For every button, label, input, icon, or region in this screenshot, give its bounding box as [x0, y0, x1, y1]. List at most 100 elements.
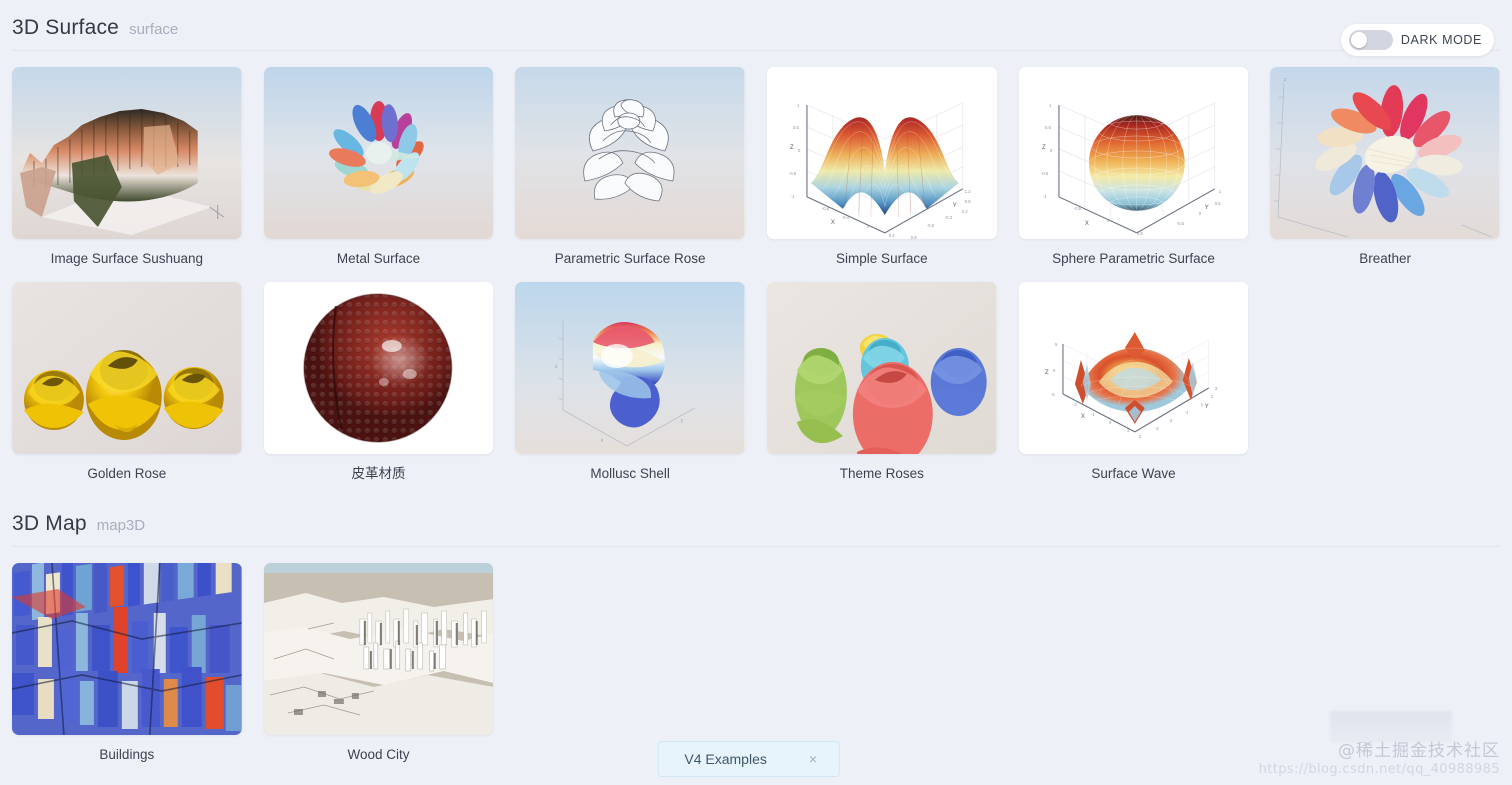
thumbnail-breather[interactable]: z	[1270, 67, 1500, 239]
svg-text:-1: -1	[1043, 194, 1047, 199]
svg-text:-0.5: -0.5	[789, 171, 797, 176]
card-image-surface-sushuang[interactable]: Image Surface Sushuang	[12, 67, 242, 282]
svg-text:1.2: 1.2	[965, 189, 971, 194]
dark-mode-switch-knob	[1350, 32, 1367, 48]
thumbnail-sphere-parametric-surface[interactable]: 1 0.5 0 -0.5 -1 Z -0.5 0 0.5 X 1 0.5 0 -0.5 Y	[1018, 67, 1249, 239]
surface-card-grid: Image Surface Sushuang Metal Surface Par…	[12, 51, 1500, 496]
thumbnail-buildings[interactable]	[12, 563, 242, 735]
card-label: 皮革材质	[351, 465, 406, 481]
section-title: 3D Map	[12, 512, 87, 535]
card-metal-surface[interactable]: Metal Surface	[263, 67, 494, 282]
image-surface-sushuang-icon	[12, 67, 242, 239]
svg-text:-1: -1	[1184, 409, 1188, 414]
svg-text:-0.4: -0.4	[842, 215, 850, 220]
card-golden-rose[interactable]: Golden Rose	[12, 281, 242, 497]
card-theme-roses[interactable]: Theme Roses	[767, 281, 997, 497]
thumbnail-parametric-surface-rose[interactable]	[515, 67, 745, 239]
dark-mode-label: DARK MODE	[1400, 33, 1482, 47]
section-title: 3D Surface	[12, 16, 120, 39]
z-axis-label: Z	[1042, 145, 1046, 151]
svg-text:-2: -2	[1073, 401, 1077, 406]
card-wood-city[interactable]: Wood City	[263, 563, 494, 778]
parametric-surface-rose-icon	[515, 67, 745, 239]
card-label: Image Surface Sushuang	[50, 251, 203, 266]
svg-text:-0.5: -0.5	[1074, 206, 1082, 211]
card-parametric-surface-rose[interactable]: Parametric Surface Rose	[515, 67, 745, 282]
thumbnail-golden-rose[interactable]	[12, 281, 242, 454]
card-buildings[interactable]: Buildings	[12, 563, 242, 778]
svg-text:0.8: 0.8	[965, 199, 971, 204]
thumbnail-leather-material[interactable]	[263, 281, 494, 454]
theme-roses-icon	[767, 281, 997, 454]
svg-text:0.5: 0.5	[1136, 231, 1142, 236]
card-label: Buildings	[99, 747, 155, 762]
y-axis-label: Y	[1204, 403, 1208, 409]
svg-text:-0.5: -0.5	[1176, 221, 1184, 226]
golden-rose-icon	[12, 281, 242, 454]
section-3d-map: 3D Map map3D Buildings Wood City	[0, 496, 1512, 778]
card-leather-material[interactable]: 皮革材质	[263, 281, 494, 497]
sphere-parametric-surface-icon: 10.5 0-0.5-1 Z -0.500.5 X 10.5 0-0.5 Y	[1018, 67, 1249, 239]
card-label: Wood City	[347, 747, 410, 762]
thumbnail-simple-surface[interactable]: 1 0.5 0 -0.5 -1 Z -0.8 -0.4 0 0.4 0.8 X 1.2 0.8…	[767, 67, 997, 239]
thumbnail-metal-surface[interactable]	[263, 67, 494, 239]
close-icon[interactable]: ×	[809, 752, 817, 766]
svg-text:-0.8: -0.8	[927, 223, 935, 228]
card-label: Theme Roses	[839, 465, 924, 481]
svg-text:-1: -1	[1091, 411, 1095, 416]
svg-text:0.3: 0.3	[962, 209, 968, 214]
buildings-icon	[12, 563, 242, 735]
svg-text:-2: -2	[1168, 417, 1172, 422]
thumbnail-surface-wave[interactable]: 5 0 -5 Z -2 -1 0 12 X 321 -1 -2 -3 Y	[1018, 281, 1249, 454]
section-subtitle: surface	[129, 21, 179, 38]
section-subtitle: map3D	[96, 517, 146, 534]
svg-text:0.5: 0.5	[1045, 125, 1051, 130]
card-label: Mollusc Shell	[590, 465, 670, 481]
thumbnail-wood-city[interactable]	[263, 563, 494, 735]
svg-text:0.8: 0.8	[911, 235, 917, 239]
svg-text:0.5: 0.5	[793, 125, 799, 130]
y-axis-label: Y	[953, 203, 957, 209]
dark-mode-toggle[interactable]: DARK MODE	[1340, 24, 1494, 56]
card-simple-surface[interactable]: 1 0.5 0 -0.5 -1 Z -0.8 -0.4 0 0.4 0.8 X 1.2 0.8…	[767, 67, 997, 282]
breather-icon: z	[1270, 67, 1500, 239]
wood-city-icon	[263, 563, 494, 735]
svg-text:-0.5: -0.5	[1041, 171, 1049, 176]
card-breather[interactable]: z Breather	[1270, 67, 1500, 282]
card-mollusc-shell[interactable]: z x y Mollusc Shell	[515, 281, 745, 497]
x-axis-label: X	[1081, 413, 1085, 419]
simple-surface-icon: 10.5 0-0.5-1 Z -0.8-0.4 00.4 0.8 X 1.20.8…	[767, 67, 997, 239]
section-3d-surface: 3D Surface surface Image Surface Sushuan…	[0, 0, 1512, 496]
card-label: Breather	[1359, 251, 1412, 266]
watermark-blur-box	[1330, 711, 1452, 743]
svg-text:-0.8: -0.8	[822, 206, 830, 211]
x-axis-label: X	[831, 220, 835, 226]
card-label: Simple Surface	[836, 251, 928, 266]
svg-text:-0.3: -0.3	[945, 215, 953, 220]
card-sphere-parametric-surface[interactable]: 1 0.5 0 -0.5 -1 Z -0.5 0 0.5 X 1 0.5 0 -0.5 Y S…	[1018, 67, 1249, 282]
surface-wave-icon: 50-5 Z -2-10 12 X 321 -1-2-3 Y	[1018, 281, 1249, 454]
svg-text:-5: -5	[1051, 391, 1055, 396]
thumbnail-theme-roses[interactable]	[767, 281, 997, 454]
card-label: Golden Rose	[87, 465, 167, 481]
thumbnail-mollusc-shell[interactable]: z x y	[515, 281, 745, 454]
dark-mode-switch[interactable]	[1348, 30, 1393, 50]
card-label: Parametric Surface Rose	[554, 251, 706, 266]
z-axis-label: Z	[790, 145, 794, 151]
metal-surface-icon	[263, 67, 494, 239]
leather-material-icon	[263, 281, 494, 454]
card-label: Sphere Parametric Surface	[1052, 251, 1215, 266]
card-surface-wave[interactable]: 5 0 -5 Z -2 -1 0 12 X 321 -1 -2 -3 Y Surface W…	[1018, 281, 1249, 497]
section-header: 3D Map map3D	[12, 496, 1500, 547]
section-header: 3D Surface surface	[12, 0, 1500, 51]
v4-examples-notification[interactable]: V4 Examples ×	[657, 741, 840, 777]
mollusc-shell-icon: z x y	[515, 281, 745, 454]
svg-text:-3: -3	[1154, 425, 1158, 430]
notification-text: V4 Examples	[684, 751, 767, 767]
svg-text:-1: -1	[791, 194, 795, 199]
card-label: Surface Wave	[1091, 465, 1176, 481]
svg-text:0.5: 0.5	[1214, 201, 1220, 206]
thumbnail-image-surface-sushuang[interactable]	[12, 67, 242, 239]
card-label: Metal Surface	[336, 251, 421, 266]
y-axis-label: Y	[1204, 205, 1208, 211]
